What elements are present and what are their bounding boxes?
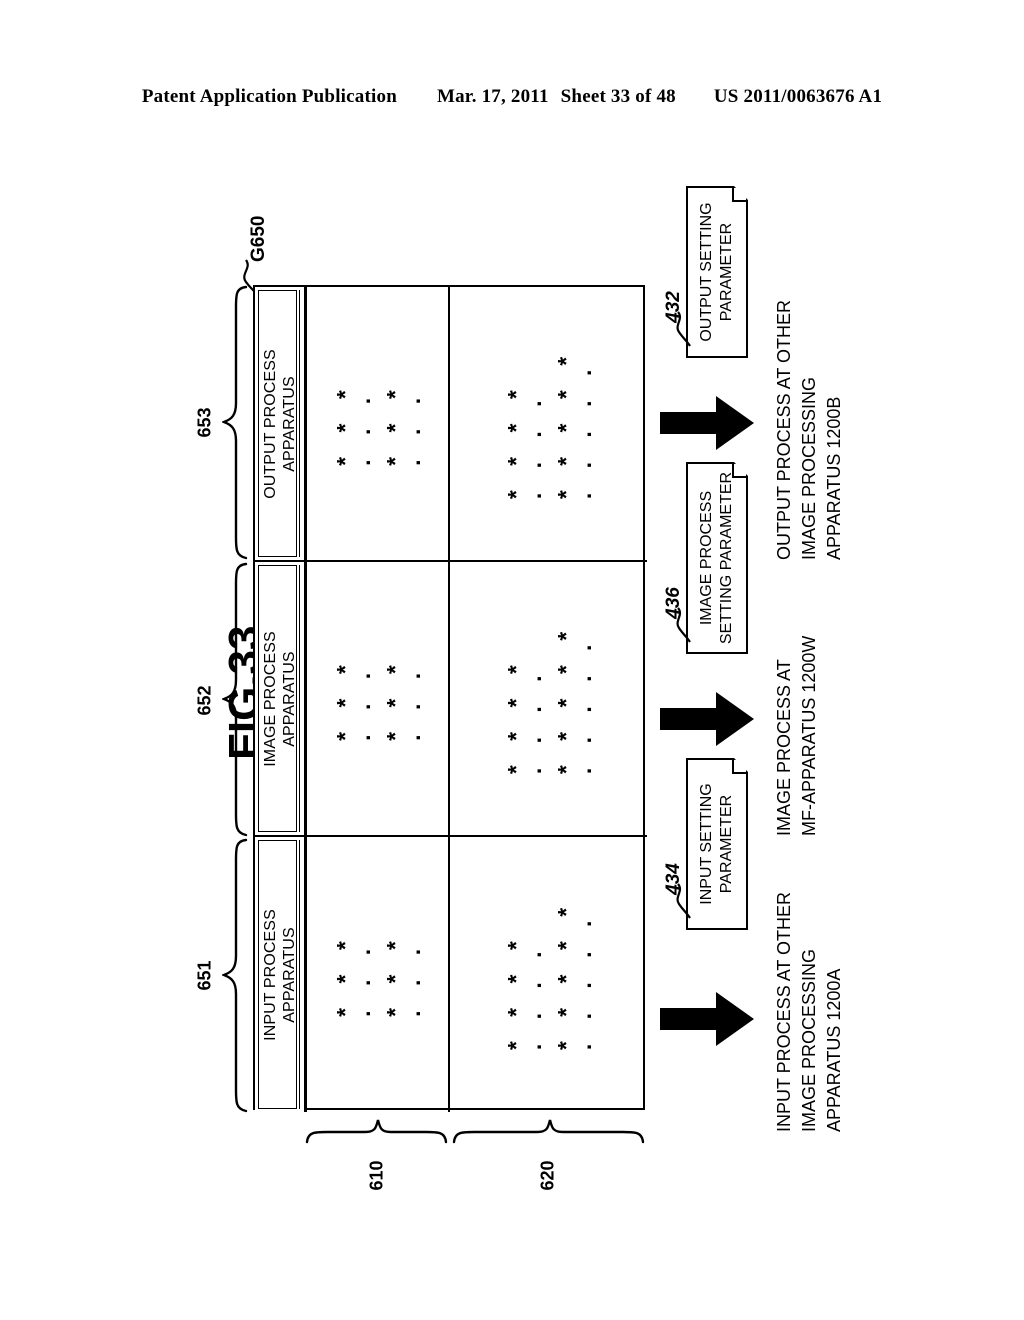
row-ref-651: 651 (194, 960, 215, 991)
caption-line2: MF-APPARATUS 1200W (799, 635, 819, 836)
caption-line2: IMAGE PROCESSING (799, 376, 819, 560)
caption-input-process: INPUT PROCESS AT OTHER IMAGE PROCESSING … (772, 892, 847, 1132)
table-g650: OUTPUT PROCESS APPARATUS * * * . . . * *… (253, 285, 647, 1112)
star-group: * * * . . . (332, 381, 375, 466)
callout-line2: SETTING PARAMETER (718, 471, 735, 645)
cell-star-pattern: * * * * . . . . * * * * * . . . . . (503, 348, 596, 500)
callout-box-434-label: INPUT SETTING PARAMETER (697, 783, 737, 905)
star-group: * * * * . . . . (503, 899, 546, 1051)
folded-corner-icon (732, 760, 746, 774)
caption-line1: INPUT PROCESS AT OTHER (774, 891, 794, 1132)
row-header-input-process-apparatus: INPUT PROCESS APPARATUS (255, 837, 307, 1112)
dot-line: . . . (398, 388, 425, 466)
callout-box-436-label: IMAGE PROCESS SETTING PARAMETER (697, 472, 737, 644)
cell-star-pattern: * * * . . . * * * . . . (332, 656, 425, 741)
star-group: * * * . . . (332, 656, 375, 741)
cell-star-pattern: * * * * . . . . * * * * * . . . . . (503, 899, 596, 1051)
table-row: IMAGE PROCESS APPARATUS * * * . . . * * … (255, 562, 647, 837)
dot-line: . . . (348, 663, 375, 741)
arrow-input-process (660, 992, 754, 1046)
table-row: OUTPUT PROCESS APPARATUS * * * . . . * *… (255, 287, 647, 562)
column-brace-610 (305, 1119, 448, 1144)
caption-image-process: IMAGE PROCESS AT MF-APPARATUS 1200W (772, 636, 822, 836)
star-group: * * * . . . (382, 932, 425, 1017)
patent-figure: FIG.33 G650 653 652 651 610 620 OUTPUT P… (0, 0, 1024, 1320)
callout-line2: PARAMETER (718, 794, 735, 894)
callout-line1: IMAGE PROCESS (698, 490, 715, 626)
caption-line3: APPARATUS 1200B (824, 396, 844, 560)
row-header-line2: APPARATUS (280, 375, 298, 472)
row-ref-653: 653 (194, 407, 215, 438)
folded-corner-icon (732, 188, 746, 202)
row-header-label: IMAGE PROCESS APPARATUS (261, 631, 299, 767)
dot-line: . . . . (519, 391, 546, 500)
row-header-line1: INPUT PROCESS (261, 908, 279, 1041)
callout-436-leader-line (676, 607, 691, 643)
caption-output-process: OUTPUT PROCESS AT OTHER IMAGE PROCESSING… (772, 300, 847, 560)
table-cell-620: * * * * . . . . * * * * * . . . . . (450, 287, 647, 560)
row-header-line1: OUTPUT PROCESS (261, 348, 279, 499)
callout-box-432-label: OUTPUT SETTING PARAMETER (697, 202, 737, 341)
callout-line2: PARAMETER (718, 222, 735, 322)
star-group: * * * * . . . . (503, 348, 546, 500)
dot-line: . . . . (519, 666, 546, 775)
row-header-label: OUTPUT PROCESS APPARATUS (261, 349, 299, 499)
caption-line2: IMAGE PROCESSING (799, 948, 819, 1132)
cell-star-pattern: * * * * . . . . * * * * * . . . . . (503, 623, 596, 775)
cell-star-pattern: * * * . . . * * * . . . (332, 932, 425, 1017)
dot-line: . . . . . (569, 360, 596, 500)
star-group: * * * . . . (382, 656, 425, 741)
caption-line1: OUTPUT PROCESS AT OTHER (774, 299, 794, 560)
row-brace-651 (222, 838, 248, 1113)
cell-star-pattern: * * * . . . * * * . . . (332, 381, 425, 466)
row-brace-652 (222, 562, 248, 837)
column-brace-620 (452, 1119, 645, 1144)
star-group: * * * * * . . . . . (553, 899, 596, 1051)
dot-line: . . . (398, 663, 425, 741)
row-header-label: INPUT PROCESS APPARATUS (261, 909, 299, 1041)
dot-line: . . . (348, 388, 375, 466)
table-callout-label: G650 (248, 215, 269, 262)
caption-line1: IMAGE PROCESS AT (774, 659, 794, 836)
row-ref-652: 652 (194, 685, 215, 716)
row-header-line2: APPARATUS (280, 650, 298, 747)
star-group: * * * . . . (332, 932, 375, 1017)
arrow-output-process (660, 396, 754, 450)
callout-434-leader-line (676, 883, 691, 919)
star-group: * * * * * . . . . . (553, 623, 596, 775)
table-cell-620: * * * * . . . . * * * * * . . . . . (450, 837, 647, 1112)
dot-line: . . . . . (569, 911, 596, 1051)
row-header-image-process-apparatus: IMAGE PROCESS APPARATUS (255, 562, 307, 835)
table-cell-610: * * * . . . * * * . . . (307, 287, 450, 560)
column-ref-610: 610 (366, 1160, 387, 1191)
star-group: * * * . . . (382, 381, 425, 466)
table-cell-610: * * * . . . * * * . . . (307, 837, 450, 1112)
dot-line: . . . (348, 939, 375, 1017)
dot-line: . . . . . (569, 635, 596, 775)
column-ref-620: 620 (537, 1160, 558, 1191)
star-group: * * * * * . . . . . (553, 348, 596, 500)
table-row: INPUT PROCESS APPARATUS * * * . . . * * … (255, 837, 647, 1112)
dot-line: . . . (398, 939, 425, 1017)
row-brace-653 (222, 285, 248, 560)
row-header-line1: IMAGE PROCESS (261, 630, 279, 767)
arrow-image-process (660, 692, 754, 746)
row-header-line2: APPARATUS (280, 926, 298, 1023)
table-cell-620: * * * * . . . . * * * * * . . . . . (450, 562, 647, 835)
caption-line3: APPARATUS 1200A (824, 968, 844, 1132)
callout-432-leader-line (676, 311, 691, 347)
dot-line: . . . . (519, 942, 546, 1051)
row-header-output-process-apparatus: OUTPUT PROCESS APPARATUS (255, 287, 307, 560)
star-group: * * * * . . . . (503, 623, 546, 775)
table-cell-610: * * * . . . * * * . . . (307, 562, 450, 835)
